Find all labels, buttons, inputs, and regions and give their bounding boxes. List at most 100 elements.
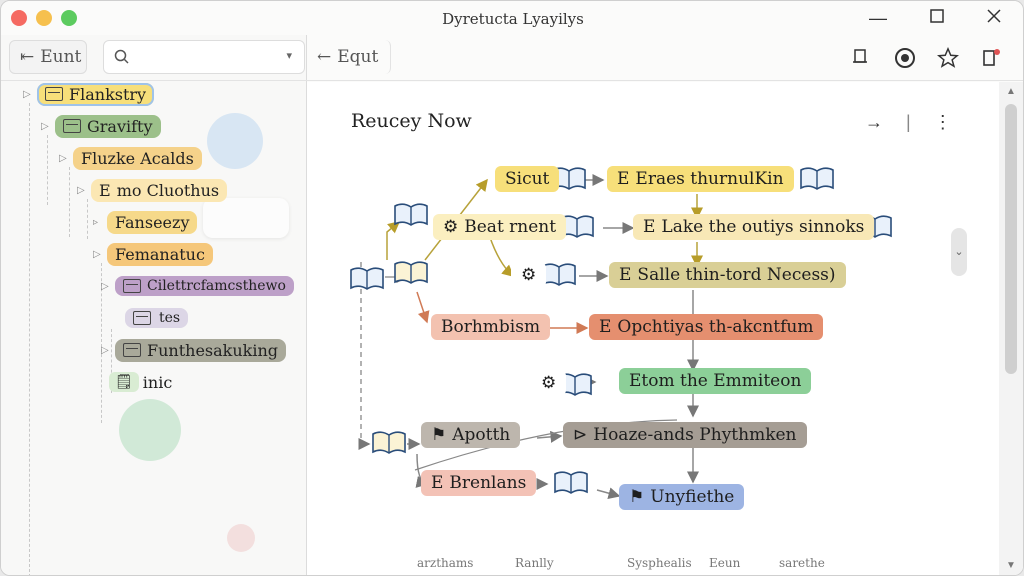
flow-node[interactable]: Sicut (495, 166, 560, 192)
chevron-right-icon[interactable]: ▷ (41, 121, 51, 132)
chevron-right-icon[interactable]: ▷ (23, 89, 33, 100)
chevron-right-icon[interactable]: ▷ (77, 185, 87, 196)
tree-item-label: Gravifty (87, 116, 153, 136)
scroll-down-icon[interactable]: ▼ (1006, 560, 1016, 571)
flow-node[interactable]: ⚑ Apotth (421, 422, 521, 448)
flow-node-label: Salle thin-tord Necess) (637, 265, 836, 285)
search-field[interactable]: ▾ (103, 40, 305, 74)
chevron-right-icon[interactable]: ▷ (101, 345, 111, 356)
flow-node[interactable]: Ε Lake the outiys sinnoks (633, 214, 875, 240)
tree-item[interactable]: ▷ Gravifty (41, 113, 161, 139)
flow-node[interactable]: Ε Opchtiyas th-akcntfum (589, 314, 824, 340)
flow-node-label: Hoaze-ands Phythmken (593, 425, 797, 445)
book-icon (133, 311, 151, 325)
tree-item[interactable]: ▷ Ε mo Cluothus (77, 177, 228, 203)
flow-node-label: Brenlans (449, 473, 527, 493)
pin-icon: ⚑ (629, 487, 645, 507)
book-icon (800, 167, 834, 190)
status-item: Ranlly (515, 556, 554, 570)
flow-node-label: Unyfiethe (650, 487, 735, 507)
scrollbar-thumb[interactable] (1005, 104, 1017, 374)
sidebar: ⇤ Eunt ▾ ▷ Flankstry ▷ Gravifty ▷ Fluzke… (1, 35, 307, 575)
tree-item-label: tes (159, 310, 181, 326)
tree-item-label: Flankstry (69, 84, 147, 104)
scroll-up-icon[interactable]: ▲ (1006, 86, 1016, 97)
chevron-down-icon[interactable]: ▾ (286, 49, 292, 62)
book-icon (123, 279, 141, 293)
book-icon (554, 471, 588, 494)
flow-node[interactable]: Borhmbism (431, 314, 551, 340)
tree-item-label: Fluzke Acalds (73, 146, 202, 170)
tree-item-highlight: tes (125, 308, 189, 328)
search-input[interactable] (134, 47, 274, 69)
flow-node-label: Apotth (452, 425, 511, 445)
minimize-icon[interactable]: — (867, 7, 889, 29)
compass-icon[interactable] (894, 47, 916, 69)
tree-item-highlight: Cilettrcfamcsthewo (115, 276, 294, 296)
flow-node[interactable]: Ε Salle thin-tord Necess) (609, 262, 846, 288)
flow-node[interactable]: ⚙ (511, 262, 547, 288)
app-window: Dyretucta Lyayilys — ⇤ Eunt ▾ ▷ Flankstr… (0, 0, 1024, 576)
edit-button[interactable]: ⇤ Eunt (9, 40, 87, 74)
status-item: sarethe (779, 556, 825, 570)
doc-icon: Ε (599, 317, 612, 337)
flow-node-label: Etom the Emmiteon (629, 371, 802, 391)
pin-icon: ⚑ (431, 425, 447, 445)
flow-node-label: Eraes thurnulKin (635, 169, 784, 189)
diagram-canvas: Reucey Now → | ⋮ Sicut ⚙ Beat rnent Ε Er… (307, 82, 999, 575)
flow-node[interactable]: ⚙ Beat rnent (433, 214, 567, 240)
tree-item[interactable]: ▷ Fluzke Acalds (59, 145, 202, 171)
book-icon (394, 261, 428, 284)
title-bar: Dyretucta Lyayilys — (1, 1, 1023, 35)
edit-button-label: Equt (337, 47, 379, 67)
vertical-scrollbar[interactable]: ▲ ▼ (999, 82, 1023, 575)
tree-item-highlight: Funthesakuking (115, 338, 287, 362)
tree-item[interactable]: ▷ Cilettrcfamcsthewo (101, 273, 294, 299)
tree-guide (69, 167, 70, 237)
tag-icon: ⊳ (573, 425, 588, 445)
tree-item-highlight: Flankstry (37, 82, 155, 106)
tree-item[interactable]: ▷ Flankstry (23, 81, 155, 107)
flow-node[interactable]: ⚑ Unyfiethe (619, 484, 745, 510)
tree-item[interactable]: ▷ Femanatuc (93, 241, 213, 267)
edit-button-label: Eunt (40, 47, 82, 67)
sidebar-toolbar: ⇤ Eunt ▾ (1, 35, 307, 81)
book-icon (372, 431, 406, 454)
star-icon[interactable] (936, 46, 960, 69)
tree-item-label: Cilettrcfamcsthewo (147, 278, 286, 294)
decorative-bubble (227, 524, 255, 552)
flow-node[interactable]: Ε Brenlans (421, 470, 537, 496)
decorative-bubble (119, 399, 181, 461)
tooltip-bubble (203, 198, 289, 238)
flow-node-label: Borhmbism (441, 317, 541, 337)
chevron-right-icon[interactable]: ▹ (93, 217, 103, 228)
maximize-icon[interactable] (926, 7, 948, 29)
doc-icon: Ε (617, 169, 630, 189)
tree-item-highlight: 🗒 (109, 372, 139, 392)
chevron-right-icon[interactable]: ▷ (59, 153, 69, 164)
tree-item-label: inic (142, 372, 173, 392)
flow-node-label: Sicut (505, 169, 550, 189)
edit-button[interactable]: ← Equt (313, 40, 391, 74)
chevron-right-icon[interactable]: ▷ (93, 249, 103, 260)
tree-item[interactable]: tes (125, 305, 189, 331)
flow-node[interactable]: Ε Eraes thurnulKin (607, 166, 794, 192)
panel-icon[interactable] (981, 47, 1003, 69)
flow-node[interactable]: ⊳ Hoaze-ands Phythmken (563, 422, 807, 448)
tree-item[interactable]: ▹ Fanseezy (93, 209, 198, 235)
doc-icon: Ε (643, 217, 656, 237)
file-tree: ▷ Flankstry ▷ Gravifty ▷ Fluzke Acalds ▷ (1, 81, 307, 575)
print-icon[interactable] (851, 47, 873, 69)
collapse-handle[interactable]: ⌄ (951, 228, 967, 276)
flow-node[interactable]: ⚙ (531, 370, 567, 396)
status-item: arzthams (417, 556, 474, 570)
tree-item[interactable]: 🗒 inic (109, 369, 172, 395)
tree-guide (29, 103, 30, 575)
search-icon (114, 49, 129, 64)
gear-icon: ⚙ (443, 217, 459, 237)
flow-node[interactable]: Etom the Emmiteon (619, 368, 812, 394)
chevron-right-icon[interactable]: ▷ (101, 281, 111, 292)
close-icon[interactable] (983, 7, 1005, 29)
tree-item[interactable]: ▷ Funthesakuking (101, 337, 287, 363)
gear-icon: ⚙ (541, 373, 557, 393)
